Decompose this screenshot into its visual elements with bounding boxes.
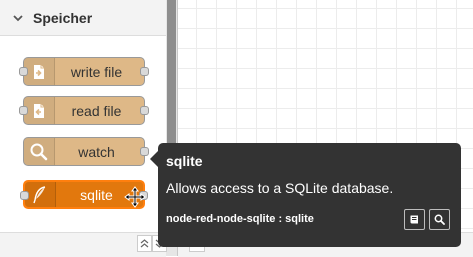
node-output-port: [140, 106, 149, 115]
collapse-all-button[interactable]: [137, 235, 152, 252]
node-input-port: [19, 67, 28, 76]
palette-node-write-file[interactable]: write file: [19, 57, 149, 86]
node-input-port: [19, 106, 28, 115]
node-output-port: [140, 147, 149, 156]
node-output-port: [140, 67, 149, 76]
palette-category-title: Speicher: [33, 9, 93, 26]
search-node-button[interactable]: [429, 209, 450, 230]
tooltip-title: sqlite: [166, 153, 203, 169]
tooltip-description: Allows access to a SQLite database.: [166, 180, 394, 196]
palette-node-read-file[interactable]: read file: [19, 96, 149, 125]
file-out-icon: [24, 58, 55, 85]
magnifier-icon: [24, 138, 55, 165]
tooltip-arrow: [150, 151, 158, 167]
book-icon: [410, 215, 418, 224]
feather-icon: [25, 182, 56, 207]
tooltip-module-name: node-red-node-sqlite : sqlite: [166, 213, 314, 225]
node-help-tooltip: sqlite Allows access to a SQLite databas…: [150, 143, 461, 247]
palette-node-watch[interactable]: watch: [23, 137, 149, 166]
palette-category-header[interactable]: Speicher: [0, 0, 166, 36]
node-label: read file: [71, 102, 122, 119]
search-icon: [434, 214, 445, 225]
show-help-button[interactable]: [404, 209, 425, 230]
node-palette: Speicher write file read file watch sqli…: [0, 0, 167, 256]
node-label: watch: [78, 143, 115, 160]
chevron-down-icon: [13, 14, 23, 21]
node-input-port: [20, 191, 29, 200]
node-label: write file: [70, 63, 123, 80]
file-in-icon: [24, 97, 55, 124]
double-chevron-up-icon: [140, 239, 149, 248]
palette-footer: [0, 232, 167, 257]
move-cursor-icon: [124, 186, 146, 208]
